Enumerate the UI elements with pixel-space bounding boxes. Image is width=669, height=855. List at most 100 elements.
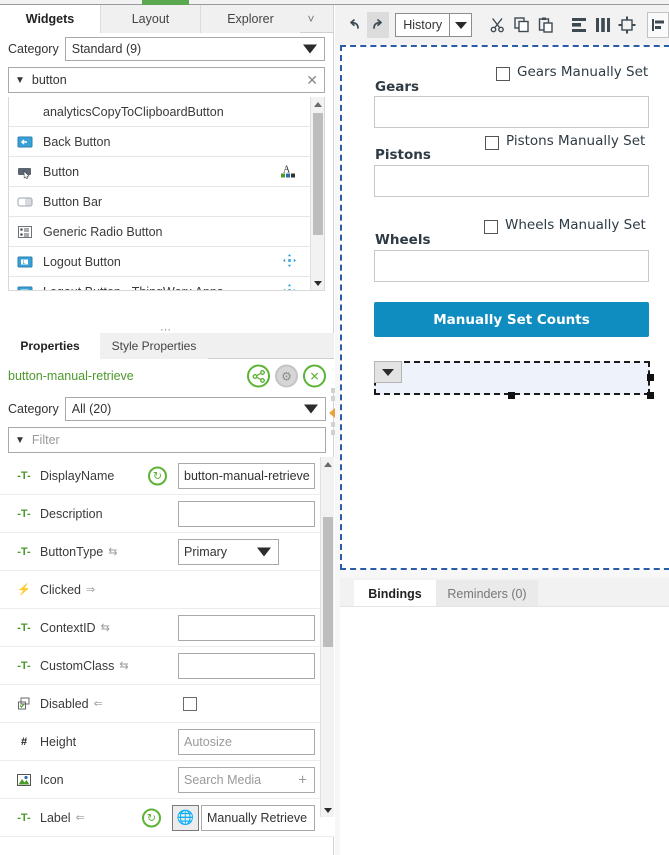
reset-icon[interactable]: ↻ (142, 808, 161, 827)
property-value-buttontype[interactable]: Primary (178, 539, 279, 565)
scrollbar-thumb[interactable] (323, 517, 333, 647)
string-type-icon: -T- (14, 546, 34, 558)
property-row-displayname[interactable]: -T- DisplayName ↻ button-manual-retrieve (0, 457, 334, 495)
property-filter-input[interactable]: ▼ Filter (8, 427, 326, 453)
align-left-icon[interactable] (647, 12, 669, 38)
list-item-label: Button Bar (43, 195, 102, 209)
mashup-canvas[interactable]: Gears Count Gears Manually Set Pistons C… (340, 45, 669, 570)
align-horizontal-icon[interactable] (568, 12, 590, 38)
add-icon[interactable]: + (298, 771, 307, 788)
property-row-icon[interactable]: Icon Search Media + (0, 761, 334, 799)
properties-tabbar: Properties Style Properties (0, 333, 334, 359)
list-item[interactable]: Button A (9, 157, 324, 187)
widget-menu-button[interactable] (374, 361, 402, 383)
list-item[interactable]: Button Bar (9, 187, 324, 217)
resize-handle-right[interactable] (647, 374, 654, 381)
scissors-icon[interactable] (487, 12, 509, 38)
string-type-icon: -T- (14, 660, 34, 672)
button-cursor-icon (17, 165, 35, 179)
wheels-count-input[interactable] (374, 250, 649, 282)
property-value-height[interactable]: Autosize (178, 729, 315, 755)
incoming-binding-icon: ⇐ (94, 697, 103, 710)
property-row-clicked[interactable]: ⚡ Clicked ⇒ (0, 571, 334, 609)
resize-handle-bottom-right[interactable] (647, 392, 654, 399)
list-item[interactable]: analyticsCopyToClipboardButton (9, 97, 324, 127)
property-rows: -T- DisplayName ↻ button-manual-retrieve… (0, 457, 334, 837)
widget-action-buttons: ⚙ ✕ (247, 365, 326, 388)
undo-icon[interactable] (343, 12, 365, 38)
copy-icon[interactable] (511, 12, 533, 38)
pistons-manually-set-checkbox[interactable] (485, 136, 499, 150)
distribute-icon[interactable] (616, 12, 638, 38)
move-icon[interactable] (283, 254, 296, 270)
property-value-customclass[interactable] (178, 653, 315, 679)
share-icon[interactable] (247, 365, 270, 388)
move-icon[interactable] (283, 284, 296, 292)
tab-style-properties[interactable]: Style Properties (100, 333, 208, 359)
property-category-select[interactable]: All (20) (65, 397, 326, 421)
property-row-label[interactable]: -T- Label ⇐ ↻ 🌐 Manually Retrieve (0, 799, 334, 837)
logout-button-icon: L (17, 255, 35, 269)
bidirectional-binding-icon: ⇆ (119, 659, 128, 672)
left-panel-tabbar: Widgets Layout Explorer ˅ (0, 5, 333, 33)
caret-down-icon[interactable] (449, 14, 471, 36)
property-row-height[interactable]: # Height Autosize (0, 723, 334, 761)
tab-explorer[interactable]: Explorer (200, 5, 300, 33)
tab-widgets[interactable]: Widgets (0, 5, 100, 33)
property-value-contextid[interactable] (178, 615, 315, 641)
property-row-customclass[interactable]: -T- CustomClass ⇆ (0, 647, 334, 685)
property-row-description[interactable]: -T- Description (0, 495, 334, 533)
chevron-down-icon[interactable]: ˅ (293, 5, 329, 33)
gears-manually-set-checkbox[interactable] (496, 67, 510, 81)
property-value-displayname[interactable]: button-manual-retrieve (178, 463, 315, 489)
close-icon[interactable]: ✕ (306, 73, 318, 87)
funnel-icon: ▼ (15, 75, 25, 86)
widget-category-select[interactable]: Standard (9) (65, 37, 325, 61)
property-row-contextid[interactable]: -T- ContextID ⇆ (0, 609, 334, 647)
widget-list-scrollbar[interactable] (310, 97, 324, 290)
list-item[interactable]: Generic Radio Button (9, 217, 324, 247)
property-value-disabled (178, 691, 315, 717)
disabled-checkbox[interactable] (183, 697, 197, 711)
wheels-manually-set-checkbox[interactable] (484, 220, 498, 234)
resize-handle-bottom[interactable] (508, 392, 515, 399)
button-bar-icon (17, 195, 35, 209)
property-value-label[interactable]: Manually Retrieve (201, 805, 315, 831)
gears-count-input[interactable] (374, 96, 649, 128)
pistons-count-input[interactable] (374, 165, 649, 197)
widget-filter-value: button (32, 73, 67, 87)
list-item[interactable]: Back Button (9, 127, 324, 157)
close-icon[interactable]: ✕ (303, 365, 326, 388)
widget-category-label: Category (8, 42, 59, 56)
tab-properties[interactable]: Properties (0, 333, 100, 359)
manually-retrieve-counts-button[interactable]: Manually Retrieve Counts (374, 361, 650, 395)
list-item[interactable]: L Logout Button - ThingWorx Apps (9, 277, 324, 291)
property-value-icon[interactable]: Search Media + (178, 767, 315, 793)
paste-icon[interactable] (535, 12, 557, 38)
scroll-down-icon[interactable] (321, 803, 334, 817)
gears-manually-set-label: Gears Manually Set (517, 64, 648, 80)
scroll-down-icon[interactable] (311, 276, 324, 290)
tab-layout[interactable]: Layout (100, 5, 200, 33)
boolean-type-icon (14, 697, 34, 711)
reset-icon[interactable]: ↻ (148, 466, 167, 485)
blank-icon (17, 105, 35, 119)
tab-bindings[interactable]: Bindings (354, 580, 436, 608)
manually-set-counts-button[interactable]: Manually Set Counts (374, 302, 649, 337)
property-label: CustomClass (40, 659, 114, 673)
align-vertical-icon[interactable] (592, 12, 614, 38)
property-value-description[interactable] (178, 501, 315, 527)
list-item[interactable]: L Logout Button (9, 247, 324, 277)
scrollbar-thumb[interactable] (313, 113, 323, 235)
properties-scrollbar[interactable] (320, 457, 334, 817)
caret-down-icon (303, 45, 317, 54)
history-dropdown[interactable]: History (395, 13, 472, 37)
widget-filter-input[interactable]: ▼ button ✕ (8, 67, 325, 93)
gear-icon[interactable]: ⚙ (275, 365, 298, 388)
redo-icon[interactable] (367, 12, 389, 38)
tab-reminders[interactable]: Reminders (0) (436, 580, 538, 608)
scroll-up-icon[interactable] (311, 97, 324, 111)
globe-icon[interactable]: 🌐 (172, 805, 199, 831)
property-row-buttontype[interactable]: -T- ButtonType ⇆ Primary (0, 533, 334, 571)
property-row-disabled[interactable]: Disabled ⇐ (0, 685, 334, 723)
